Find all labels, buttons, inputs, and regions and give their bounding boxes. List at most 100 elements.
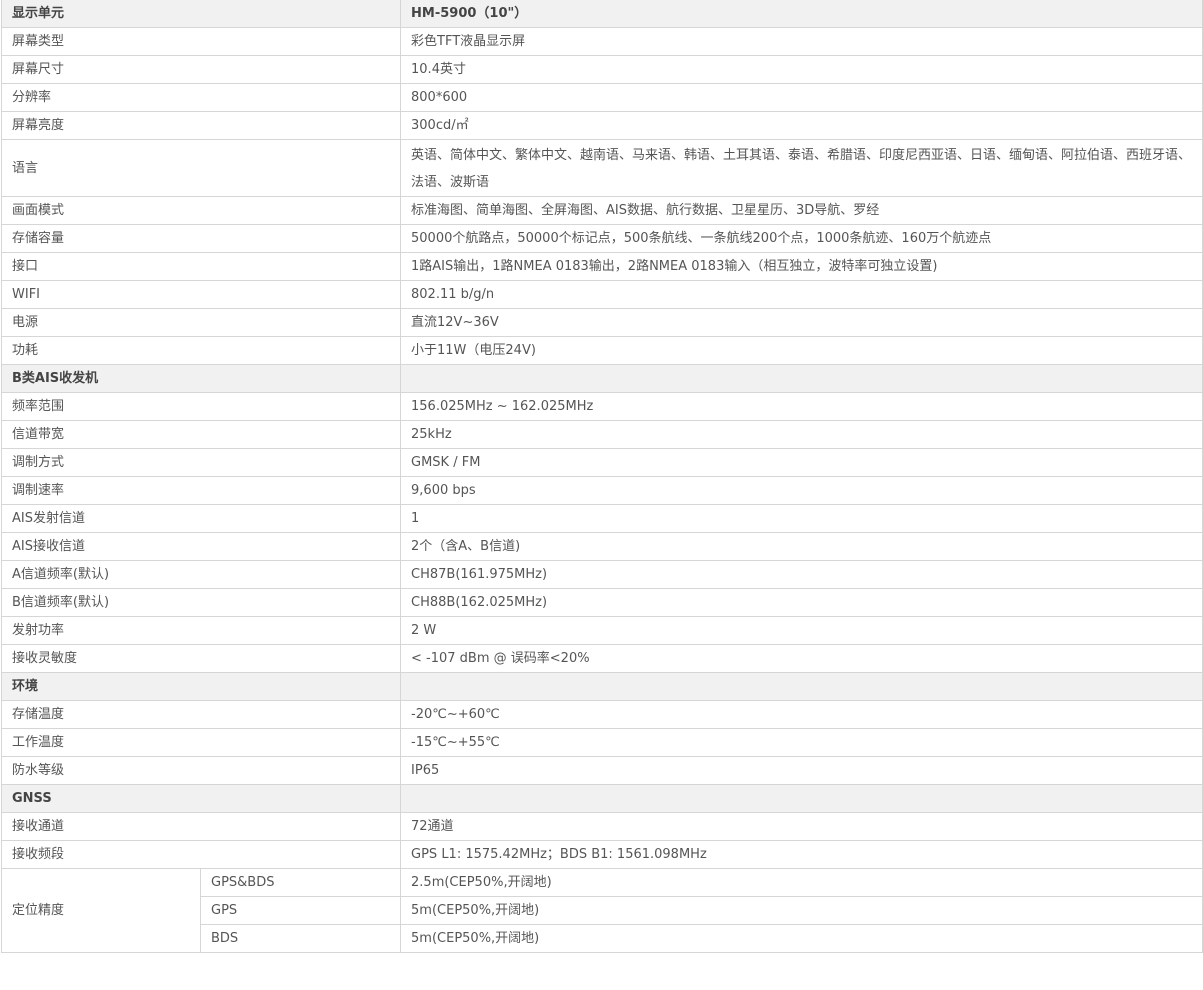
spec-row: 接收灵敏度 < -107 dBm @ 误码率<20% [0, 644, 1203, 673]
spec-row: 频率范围 156.025MHz ~ 162.025MHz [0, 392, 1203, 421]
spec-row: 发射功率 2 W [0, 616, 1203, 645]
spec-row: 存储温度 -20℃~+60℃ [0, 700, 1203, 729]
spec-row: AIS发射信道 1 [0, 504, 1203, 533]
spec-label: 存储温度 [0, 700, 402, 729]
spec-value: IP65 [400, 756, 1203, 785]
spec-value: 彩色TFT液晶显示屏 [400, 27, 1203, 56]
section-title-value: HM-5900（10"） [400, 0, 1203, 28]
spec-row: 调制方式 GMSK / FM [0, 448, 1203, 477]
section-header-row: 显示单元 HM-5900（10"） [0, 0, 1203, 28]
spec-row: 电源 直流12V~36V [0, 308, 1203, 337]
accuracy-row: 定位精度 GPS&BDS 2.5m(CEP50%,开阔地) [1, 868, 1203, 953]
spec-label: 屏幕尺寸 [0, 55, 402, 84]
section-title: GNSS [0, 784, 402, 813]
accuracy-value: 5m(CEP50%,开阔地) [400, 896, 1203, 925]
spec-value: GMSK / FM [400, 448, 1203, 477]
spec-value: 1 [400, 504, 1203, 533]
spec-row: 工作温度 -15℃~+55℃ [0, 728, 1203, 757]
spec-row: 调制速率 9,600 bps [0, 476, 1203, 505]
spec-value: 300cd/㎡ [400, 111, 1203, 140]
spec-value: < -107 dBm @ 误码率<20% [400, 644, 1203, 673]
spec-value: 2个（含A、B信道) [400, 532, 1203, 561]
section-header-row: 环境 [0, 672, 1203, 701]
spec-value: 10.4英寸 [400, 55, 1203, 84]
spec-label: 信道带宽 [0, 420, 402, 449]
section-header-row: GNSS [0, 784, 1203, 813]
spec-label: WIFI [0, 280, 402, 309]
spec-label: 语言 [0, 139, 402, 197]
spec-label: 接收灵敏度 [0, 644, 402, 673]
section-title: 显示单元 [0, 0, 402, 28]
section-title: B类AIS收发机 [0, 364, 402, 393]
accuracy-system: GPS [199, 896, 402, 925]
spec-value: -15℃~+55℃ [400, 728, 1203, 757]
spec-value: 50000个航路点，50000个标记点，500条航线、一条航线200个点，100… [400, 224, 1203, 253]
section-header-row: B类AIS收发机 [0, 364, 1203, 393]
section-title-value [400, 784, 1203, 813]
accuracy-system: GPS&BDS [199, 868, 402, 897]
spec-value: -20℃~+60℃ [400, 700, 1203, 729]
spec-row: 屏幕类型 彩色TFT液晶显示屏 [0, 27, 1203, 56]
spec-value: 9,600 bps [400, 476, 1203, 505]
spec-label: 存储容量 [0, 224, 402, 253]
spec-value: 小于11W（电压24V) [400, 336, 1203, 365]
spec-label: A信道频率(默认) [0, 560, 402, 589]
spec-value: 156.025MHz ~ 162.025MHz [400, 392, 1203, 421]
spec-label: 发射功率 [0, 616, 402, 645]
spec-label: 工作温度 [0, 728, 402, 757]
spec-value: 直流12V~36V [400, 308, 1203, 337]
spec-row: 屏幕尺寸 10.4英寸 [0, 55, 1203, 84]
section-title-value [400, 672, 1203, 701]
spec-label: 画面模式 [0, 196, 402, 225]
spec-label: 频率范围 [0, 392, 402, 421]
spec-row: 接口 1路AIS输出，1路NMEA 0183输出，2路NMEA 0183输入（相互… [0, 252, 1203, 281]
accuracy-value: 5m(CEP50%,开阔地) [400, 924, 1203, 953]
spec-value: CH87B(161.975MHz) [400, 560, 1203, 589]
spec-label: 接收频段 [0, 840, 402, 869]
spec-label: B信道频率(默认) [0, 588, 402, 617]
spec-label: 电源 [0, 308, 402, 337]
spec-label: 分辨率 [0, 83, 402, 112]
spec-row: WIFI 802.11 b/g/n [0, 280, 1203, 309]
spec-label: AIS发射信道 [0, 504, 402, 533]
spec-value: 25kHz [400, 420, 1203, 449]
spec-label: 接收通道 [0, 812, 402, 841]
spec-row: 信道带宽 25kHz [0, 420, 1203, 449]
accuracy-label: 定位精度 [1, 868, 201, 953]
spec-label: 屏幕亮度 [0, 111, 402, 140]
spec-value: 800*600 [400, 83, 1203, 112]
spec-row: 接收通道 72通道 [0, 812, 1203, 841]
spec-label: 防水等级 [0, 756, 402, 785]
accuracy-value: 2.5m(CEP50%,开阔地) [400, 868, 1203, 897]
spec-row: 存储容量 50000个航路点，50000个标记点，500条航线、一条航线200个点… [0, 224, 1203, 253]
spec-value: 2 W [400, 616, 1203, 645]
section-title: 环境 [0, 672, 402, 701]
spec-row: 防水等级 IP65 [0, 756, 1203, 785]
spec-value: 1路AIS输出，1路NMEA 0183输出，2路NMEA 0183输入（相互独立… [400, 252, 1203, 281]
spec-row: AIS接收信道 2个（含A、B信道) [0, 532, 1203, 561]
section-title-value [400, 364, 1203, 393]
spec-label: 调制方式 [0, 448, 402, 477]
spec-value: GPS L1: 1575.42MHz；BDS B1: 1561.098MHz [400, 840, 1203, 869]
spec-table-body: 显示单元 HM-5900（10"） 屏幕类型 彩色TFT液晶显示屏 屏幕尺寸 10.4英寸… [0, 0, 1203, 953]
spec-row: 接收频段 GPS L1: 1575.42MHz；BDS B1: 1561.098M… [0, 840, 1203, 869]
spec-row: 屏幕亮度 300cd/㎡ [0, 111, 1203, 140]
spec-row: 分辨率 800*600 [0, 83, 1203, 112]
spec-value: CH88B(162.025MHz) [400, 588, 1203, 617]
accuracy-system: BDS [199, 924, 402, 953]
spec-value: 英语、简体中文、繁体中文、越南语、马来语、韩语、土耳其语、泰语、希腊语、印度尼西… [400, 139, 1203, 197]
spec-row: A信道频率(默认) CH87B(161.975MHz) [0, 560, 1203, 589]
spec-value: 标准海图、简单海图、全屏海图、AIS数据、航行数据、卫星星历、3D导航、罗经 [400, 196, 1203, 225]
spec-table: 显示单元 HM-5900（10"） 屏幕类型 彩色TFT液晶显示屏 屏幕尺寸 10.4英寸… [0, 0, 1203, 953]
spec-label: 调制速率 [0, 476, 402, 505]
spec-label: 屏幕类型 [0, 27, 402, 56]
spec-value: 802.11 b/g/n [400, 280, 1203, 309]
spec-value: 72通道 [400, 812, 1203, 841]
spec-label: AIS接收信道 [0, 532, 402, 561]
spec-row: 功耗 小于11W（电压24V) [0, 336, 1203, 365]
spec-row: 画面模式 标准海图、简单海图、全屏海图、AIS数据、航行数据、卫星星历、3D导航、… [0, 196, 1203, 225]
spec-row: 语言 英语、简体中文、繁体中文、越南语、马来语、韩语、土耳其语、泰语、希腊语、印度… [0, 139, 1203, 197]
spec-label: 接口 [0, 252, 402, 281]
spec-label: 功耗 [0, 336, 402, 365]
spec-row: B信道频率(默认) CH88B(162.025MHz) [0, 588, 1203, 617]
